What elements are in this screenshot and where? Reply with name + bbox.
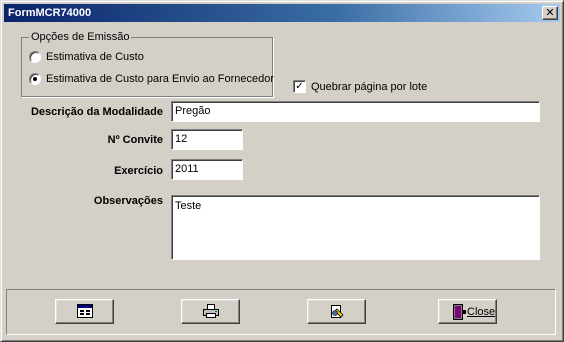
close-icon: ✕ [545,6,555,19]
close-button[interactable]: Close [438,299,497,324]
window-title: FormMCR74000 [8,7,92,19]
export-button[interactable] [307,299,366,324]
print-button[interactable] [181,299,240,324]
preview-button[interactable] [55,299,114,324]
observacoes-label: Observações [93,195,163,207]
exit-door-icon [453,304,466,320]
window-close-button[interactable]: ✕ [542,6,558,20]
convite-label: Nº Convite [107,134,163,146]
emission-options-title: Opções de Emissão [29,30,132,44]
radio-button[interactable] [29,51,41,63]
emission-options-group: Opções de Emissão Estimativa de Custo Es… [21,30,274,97]
exercicio-input[interactable]: 2011 [171,159,243,180]
close-button-label: Close [467,306,496,318]
observacoes-textarea[interactable]: Teste [171,195,540,260]
modalidade-input[interactable]: Pregão [171,101,540,122]
export-icon [330,305,344,318]
convite-input[interactable]: 12 [171,129,243,150]
preview-icon [76,304,93,318]
dialog-window: FormMCR74000 ✕ Opções de Emissão Estimat… [0,0,564,342]
radio-label[interactable]: Estimativa de Custo [46,50,144,64]
modalidade-label: Descrição da Modalidade [30,106,163,118]
printer-icon [202,304,219,318]
break-page-label[interactable]: Quebrar página por lote [311,80,427,94]
break-page-checkbox[interactable]: ✓ [293,80,306,93]
exercicio-label: Exercício [114,165,163,177]
title-bar[interactable]: FormMCR74000 ✕ [4,4,560,22]
radio-button-selected[interactable] [29,73,41,85]
radio-label[interactable]: Estimativa de Custo para Envio ao Fornec… [46,72,274,86]
